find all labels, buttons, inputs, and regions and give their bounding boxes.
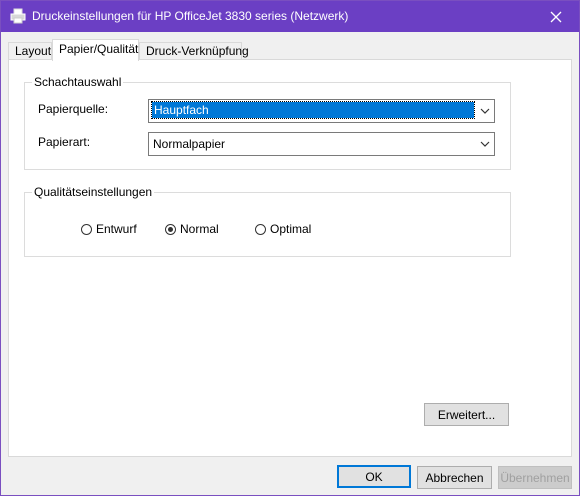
- radio-entwurf[interactable]: Entwurf: [81, 222, 137, 236]
- radio-label: Normal: [180, 222, 219, 236]
- tab-panel: Schachtauswahl Papierquelle: Hauptfach P…: [8, 59, 572, 457]
- printer-icon: [10, 8, 26, 24]
- quality-settings-group: Qualitätseinstellungen: [24, 185, 511, 257]
- tab-druck-verknuepfung[interactable]: Druck-Verknüpfung: [139, 42, 249, 59]
- title-bar[interactable]: Druckeinstellungen für HP OfficeJet 3830…: [1, 1, 579, 32]
- print-settings-dialog: Druckeinstellungen für HP OfficeJet 3830…: [0, 0, 580, 496]
- tab-papier-qualitaet[interactable]: Papier/Qualität: [52, 39, 139, 61]
- radio-label: Entwurf: [96, 222, 137, 236]
- chevron-down-icon: [480, 108, 490, 114]
- tray-selection-legend: Schachtauswahl: [34, 75, 122, 89]
- apply-button[interactable]: Übernehmen: [498, 466, 572, 489]
- paper-type-label: Papierart:: [38, 135, 91, 149]
- ok-button[interactable]: OK: [337, 465, 411, 488]
- cancel-button[interactable]: Abbrechen: [417, 466, 492, 489]
- radio-normal[interactable]: Normal: [165, 222, 219, 236]
- radio-indicator: [81, 223, 92, 235]
- paper-source-label: Papierquelle:: [38, 102, 109, 116]
- paper-source-value: Hauptfach: [151, 101, 475, 119]
- radio-indicator: [255, 223, 266, 235]
- radio-indicator-selected: [165, 223, 176, 235]
- radio-optimal[interactable]: Optimal: [255, 222, 311, 236]
- close-button[interactable]: [533, 1, 579, 32]
- tab-layout[interactable]: Layout: [8, 42, 52, 59]
- paper-type-select[interactable]: Normalpapier: [148, 132, 495, 156]
- radio-label: Optimal: [270, 222, 312, 236]
- quality-settings-legend: Qualitätseinstellungen: [34, 185, 153, 199]
- paper-source-select[interactable]: Hauptfach: [148, 99, 495, 123]
- paper-type-value: Normalpapier: [153, 137, 226, 151]
- close-icon: [550, 11, 562, 22]
- advanced-button[interactable]: Erweitert...: [424, 403, 509, 426]
- window-title: Druckeinstellungen für HP OfficeJet 3830…: [32, 9, 349, 23]
- chevron-down-icon: [480, 141, 490, 147]
